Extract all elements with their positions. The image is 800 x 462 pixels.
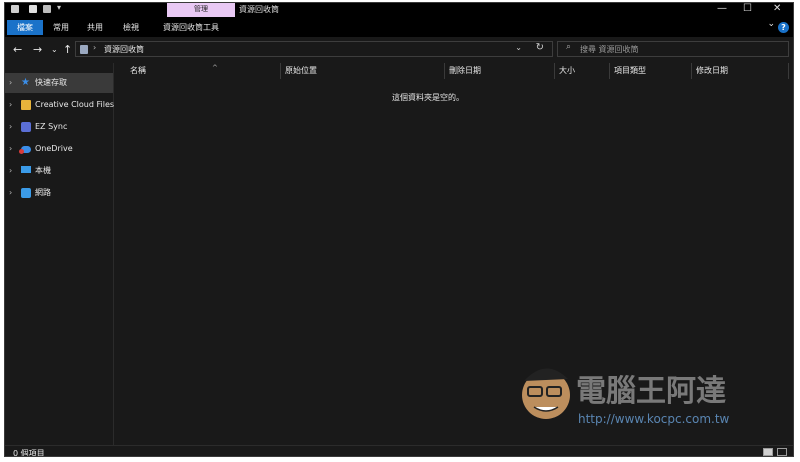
tab-file[interactable]: 檔案 — [7, 20, 43, 35]
column-label: 名稱 — [130, 66, 146, 75]
empty-folder-message: 這個資料夾是空的。 — [392, 93, 464, 102]
title-bar: ▾ 管理 資源回收筒 — ☐ ✕ — [5, 3, 793, 17]
sort-ascending-icon: ^ — [212, 64, 218, 72]
watermark-logo: 電腦王阿達 http://www.kocpc.com.tw — [522, 368, 730, 426]
sync-icon — [21, 122, 31, 132]
search-input[interactable] — [580, 43, 780, 55]
column-header-item-type[interactable]: 項目類型 — [610, 63, 692, 79]
column-header-name[interactable]: 名稱 ^ — [126, 63, 281, 79]
expand-icon[interactable]: › — [9, 161, 12, 181]
forward-button[interactable]: → — [33, 43, 42, 57]
tab-share[interactable]: 共用 — [87, 20, 103, 35]
sidebar-item-label: 本機 — [35, 166, 51, 175]
sidebar-item-label: OneDrive — [35, 144, 73, 153]
address-bar[interactable]: › 資源回收筒 ⌄ ↻ — [75, 41, 553, 57]
sidebar-item-this-pc[interactable]: › 本機 — [5, 161, 113, 181]
ribbon: 檔案 常用 共用 檢視 資源回收筒工具 ⌄ ? — [5, 17, 793, 37]
tab-manage[interactable]: 管理 — [167, 3, 235, 17]
expand-icon[interactable]: › — [9, 95, 12, 115]
star-icon: ★ — [21, 77, 30, 88]
expand-icon[interactable]: › — [9, 117, 12, 137]
folder-icon[interactable] — [11, 5, 19, 13]
expand-icon[interactable]: › — [9, 73, 12, 93]
recent-locations-button[interactable]: ⌄ — [51, 43, 58, 57]
refresh-icon[interactable]: ↻ — [536, 42, 544, 53]
customize-toolbar-icon[interactable]: ▾ — [57, 3, 61, 12]
back-button[interactable]: ← — [13, 43, 22, 57]
watermark-brand: 電腦王阿達 — [576, 374, 726, 409]
sidebar-item-label: 網路 — [35, 188, 51, 197]
properties-icon[interactable] — [29, 5, 37, 13]
details-view-icon[interactable] — [763, 448, 773, 456]
computer-icon — [21, 166, 31, 173]
address-toolbar: ← → ⌄ ↑ › 資源回收筒 ⌄ ↻ ⌕ — [5, 37, 793, 63]
close-button[interactable]: ✕ — [773, 3, 781, 15]
sidebar-item-label: EZ Sync — [35, 122, 68, 131]
sidebar-item-creative-cloud-files[interactable]: › Creative Cloud Files — [5, 95, 115, 115]
recycle-bin-icon — [80, 45, 88, 54]
new-folder-icon[interactable] — [43, 5, 51, 13]
explorer-window: ▾ 管理 資源回收筒 — ☐ ✕ 檔案 常用 共用 檢視 資源回收筒工具 ⌄ ?… — [4, 2, 794, 457]
status-bar: 0 個項目 — [5, 445, 793, 457]
column-header-date-modified[interactable]: 修改日期 — [692, 63, 789, 79]
large-icons-view-icon[interactable] — [777, 448, 787, 456]
column-header-original-location[interactable]: 原始位置 — [281, 63, 445, 79]
help-icon[interactable]: ? — [778, 22, 789, 33]
file-list: 名稱 ^ 原始位置 刪除日期 大小 項目類型 修改日期 這個資料夾是空的。 電腦… — [114, 63, 793, 445]
sidebar-item-label: 快速存取 — [35, 78, 67, 87]
minimize-button[interactable]: — — [717, 3, 727, 15]
ribbon-expand-icon[interactable]: ⌄ — [767, 19, 775, 29]
tab-recycle-bin-tools[interactable]: 資源回收筒工具 — [163, 20, 219, 35]
expand-icon[interactable]: › — [9, 183, 12, 203]
sidebar-item-onedrive[interactable]: › OneDrive — [5, 139, 113, 159]
expand-icon[interactable]: › — [9, 139, 12, 159]
search-box[interactable]: ⌕ — [557, 41, 789, 57]
item-count: 0 個項目 — [13, 449, 45, 457]
folder-icon — [21, 100, 31, 110]
network-icon — [21, 188, 31, 198]
sidebar-item-quick-access[interactable]: › ★ 快速存取 — [5, 73, 113, 93]
sidebar-item-network[interactable]: › 網路 — [5, 183, 113, 203]
window-title: 資源回收筒 — [239, 5, 279, 14]
address-dropdown-icon[interactable]: ⌄ — [515, 43, 522, 52]
up-button[interactable]: ↑ — [63, 43, 72, 57]
tab-home[interactable]: 常用 — [53, 20, 69, 35]
sidebar-item-ez-sync[interactable]: › EZ Sync — [5, 117, 113, 137]
sidebar-item-label: Creative Cloud Files — [35, 100, 115, 109]
column-header-date-deleted[interactable]: 刪除日期 — [445, 63, 555, 79]
breadcrumb-recycle-bin[interactable]: 資源回收筒 — [104, 44, 144, 55]
watermark-url: http://www.kocpc.com.tw — [578, 412, 730, 426]
breadcrumb-separator[interactable]: › — [93, 43, 96, 52]
search-icon: ⌕ — [566, 42, 572, 52]
tab-view[interactable]: 檢視 — [123, 20, 139, 35]
navigation-pane: › ★ 快速存取 › Creative Cloud Files › EZ Syn… — [5, 63, 114, 445]
column-header-size[interactable]: 大小 — [555, 63, 610, 79]
error-badge-icon — [19, 149, 24, 154]
maximize-button[interactable]: ☐ — [743, 3, 752, 15]
